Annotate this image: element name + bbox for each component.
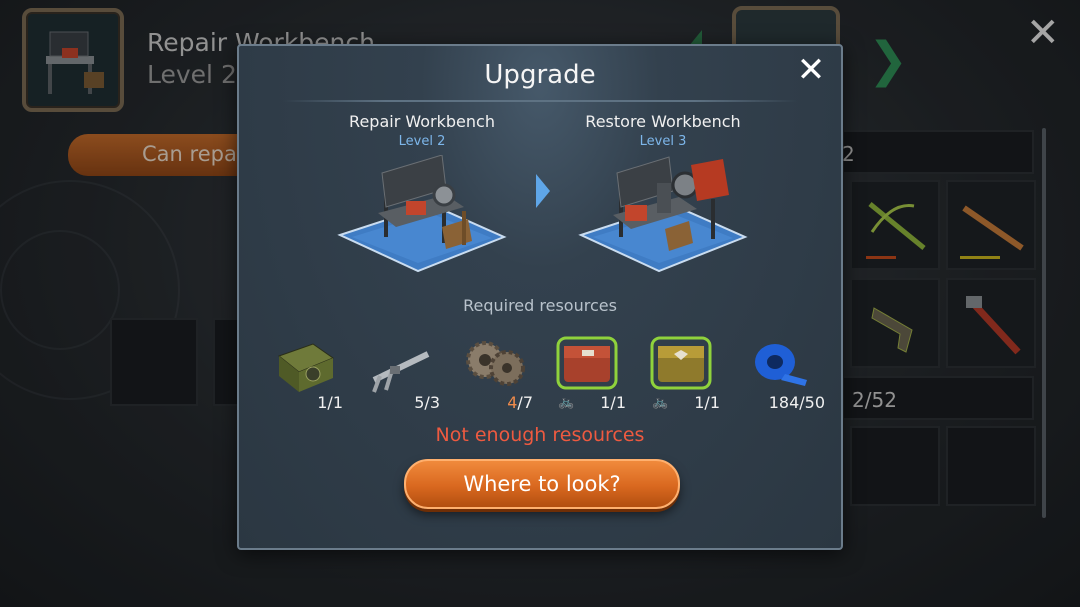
- next-building-level: Level 3: [639, 134, 687, 149]
- resource-count: 184/50: [769, 393, 825, 412]
- resource-need: /50: [799, 393, 825, 412]
- yellow-crate-icon: [650, 336, 712, 390]
- generator-icon: [277, 343, 335, 392]
- duct-tape-icon: [755, 344, 807, 386]
- resource-count: 4/7: [507, 393, 533, 412]
- red-crate-icon: [556, 336, 618, 390]
- current-building-name: Repair Workbench: [349, 112, 495, 131]
- resource-need: /7: [517, 393, 533, 412]
- resource-item[interactable]: 5/3: [364, 336, 444, 412]
- bicycle-icon: 🚲: [652, 395, 669, 410]
- required-resources-label: Required resources: [463, 296, 617, 315]
- next-building-card: Restore Workbench Level 3: [563, 112, 763, 279]
- resource-count: 1/1: [317, 393, 343, 412]
- resource-count: 5/3: [414, 393, 440, 412]
- upgrade-dialog: Upgrade ✕ Repair Workbench Level 2 Resto…: [237, 44, 843, 550]
- resource-item[interactable]: 🚲 1/1: [550, 336, 630, 412]
- resource-have: 1: [317, 393, 328, 412]
- resource-count: 1/1: [600, 393, 626, 412]
- restore-workbench-icon: [578, 156, 748, 273]
- resource-have-insufficient: 4: [507, 393, 518, 412]
- bicycle-icon: 🚲: [558, 395, 575, 410]
- resource-item[interactable]: 1/1: [267, 336, 347, 412]
- resource-item[interactable]: 184/50: [739, 336, 829, 412]
- dialog-title: Upgrade: [484, 60, 596, 90]
- resource-need: /1: [327, 393, 343, 412]
- repair-workbench-icon: [337, 154, 507, 273]
- current-building-level: Level 2: [398, 134, 446, 149]
- resource-item[interactable]: 🚲 1/1: [644, 336, 724, 412]
- resource-count: 1/1: [694, 393, 720, 412]
- close-icon[interactable]: ✕: [791, 50, 831, 90]
- resource-have: 1: [600, 393, 611, 412]
- not-enough-resources-warning: Not enough resources: [435, 424, 645, 446]
- resource-have: 1: [694, 393, 705, 412]
- current-building-card: Repair Workbench Level 2: [322, 112, 522, 279]
- caliper-icon: [372, 351, 430, 393]
- next-building-name: Restore Workbench: [585, 112, 741, 131]
- resource-need: /3: [424, 393, 440, 412]
- gears-icon: [466, 341, 525, 386]
- resource-item[interactable]: 4/7: [457, 336, 537, 412]
- resource-need: /1: [610, 393, 626, 412]
- resource-need: /1: [704, 393, 720, 412]
- resource-have: 5: [414, 393, 425, 412]
- resource-have: 184: [768, 393, 800, 412]
- title-divider: [283, 100, 797, 102]
- upgrade-arrow-icon: [536, 174, 550, 208]
- where-to-look-button[interactable]: Where to look?: [404, 459, 680, 509]
